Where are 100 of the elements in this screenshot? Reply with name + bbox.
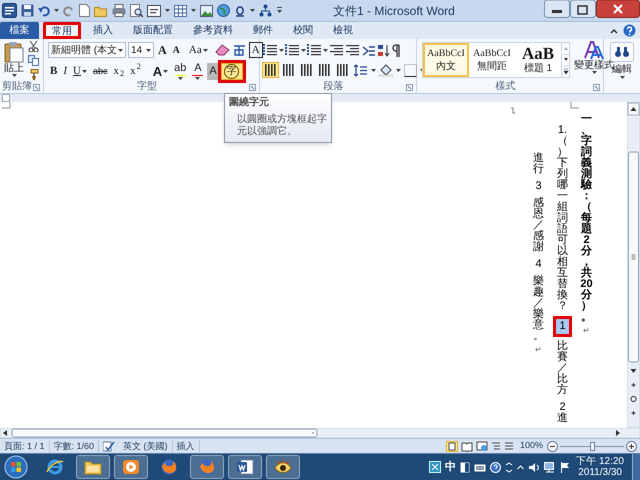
save-icon[interactable] [21,4,34,17]
customize-toolbar-icon[interactable] [276,6,283,15]
full-screen-reading-icon[interactable] [460,440,473,452]
undo-icon[interactable] [38,4,50,16]
zoom-slider-thumb[interactable] [590,442,595,450]
format-button[interactable]: U [71,63,89,80]
ruler-toggle-icon[interactable] [2,94,10,102]
dialog-launcher-icon[interactable] [33,84,40,91]
font-name-field[interactable]: 新細明體 (本文 [48,42,126,58]
horizontal-scrollbar[interactable] [0,428,640,438]
taskbar-button[interactable] [114,455,148,479]
eraser-icon[interactable] [214,44,230,56]
help-icon[interactable] [623,24,636,37]
paste-button[interactable]: 貼上 [0,39,28,81]
print-preview-icon[interactable] [130,4,143,17]
line-spacing-icon[interactable] [353,64,368,76]
align-top-icon[interactable] [263,63,278,77]
taskbar-button[interactable] [228,455,262,479]
help-icon[interactable] [490,462,502,472]
network-icon[interactable] [544,462,556,472]
ribbon-tab[interactable]: 郵件 [245,22,281,39]
picture-icon[interactable] [200,4,213,16]
align-center-icon[interactable] [281,63,296,77]
symbol-icon[interactable] [234,4,246,16]
dialog-launcher-icon[interactable] [249,84,256,91]
keyboard-icon[interactable] [474,462,486,472]
align-bottom-icon[interactable] [299,63,314,77]
zoom-in-icon[interactable] [626,440,637,452]
format-button[interactable]: A [207,63,219,80]
ribbon-tab[interactable]: 版面配置 [125,22,181,39]
ribbon-tab[interactable]: 檢視 [325,22,361,39]
numbering-icon[interactable] [285,43,300,57]
format-button[interactable]: ab [172,63,188,80]
new-document-icon[interactable] [79,4,90,17]
increase-indent-icon[interactable] [345,43,360,57]
borders-icon[interactable] [404,64,417,76]
style-item[interactable]: AaBbCcI 內文 [423,43,469,77]
input-mode-indicator[interactable]: 中 [445,458,456,476]
multilevel-list-icon[interactable] [307,43,322,57]
collapse-ribbon-icon[interactable] [609,26,619,36]
clock-time[interactable]: 下午 12:20 [576,456,624,467]
dialog-launcher-icon[interactable] [593,84,600,91]
format-button[interactable]: A [150,63,170,80]
ribbon-tab[interactable]: 插入 [85,22,121,39]
full-width-icon[interactable] [460,462,470,472]
printer-icon[interactable] [112,4,126,17]
style-item[interactable]: AaBbCcI 無間距 [469,43,515,77]
speaker-icon[interactable] [528,462,540,472]
dialog-launcher-icon[interactable] [406,84,413,91]
text-box-icon[interactable] [147,4,161,16]
zoom-out-icon[interactable] [547,440,558,452]
close-icon[interactable] [596,0,640,18]
paint-bucket-icon[interactable] [379,64,393,76]
flag-icon[interactable] [560,462,570,472]
character-border-button[interactable]: A [248,42,263,58]
app-icon[interactable] [2,3,17,18]
vertical-scrollbar[interactable] [627,102,640,427]
format-button[interactable]: x$^{2}$ [128,63,143,80]
style-item[interactable]: AaB 標題 1 [515,43,561,77]
print-layout-icon[interactable] [446,440,458,452]
paragraph-mark-icon[interactable] [391,44,401,56]
zoom-level[interactable]: 100% [520,439,543,453]
taskbar-button[interactable] [76,455,110,479]
format-button[interactable]: I [61,63,70,80]
copy-icon[interactable] [28,55,39,66]
start-orb-icon[interactable] [4,455,28,479]
change-case-button[interactable]: Aa [186,42,210,58]
minimize-icon[interactable] [544,0,570,18]
format-button[interactable]: B [48,63,60,80]
decrease-indent-icon[interactable] [329,43,344,57]
distribute-icon[interactable] [335,63,350,77]
bullets-icon[interactable] [263,43,278,57]
ribbon-tab[interactable]: 參考資料 [185,22,241,39]
format-button[interactable]: A [190,63,206,80]
ribbon-tab[interactable]: 校閱 [285,22,321,39]
ribbon-tab[interactable]: 常用 [43,22,81,39]
font-size-field[interactable]: 14 [128,42,154,58]
asian-layout-icon[interactable] [361,44,376,56]
format-button[interactable]: abc [90,63,110,80]
format-button[interactable]: x$_{2}$ [111,63,126,80]
font-size-button[interactable]: A [156,42,169,58]
input-method-icon[interactable] [429,461,442,473]
diagram-icon[interactable] [259,4,272,17]
globe-icon[interactable] [217,4,230,17]
enclose-characters-button[interactable]: 字 [220,63,243,80]
sort-icon[interactable] [377,44,390,56]
proofing-icon[interactable] [103,440,116,452]
phonetic-guide-icon[interactable] [232,44,247,56]
paintbrush-icon[interactable] [28,69,39,80]
web-layout-icon[interactable] [476,440,488,452]
ribbon-tab[interactable]: 檔案 [0,22,39,39]
justify-icon[interactable] [317,63,332,77]
clock-date[interactable]: 2011/3/30 [578,467,622,478]
restore-icon[interactable] [570,0,596,18]
font-size-button[interactable]: A [170,42,182,58]
scissors-icon[interactable] [28,41,39,52]
outline-icon[interactable] [490,440,501,452]
table-icon[interactable] [174,4,187,16]
show-hidden-icons-icon[interactable] [517,464,524,470]
taskbar-button[interactable] [266,455,300,479]
